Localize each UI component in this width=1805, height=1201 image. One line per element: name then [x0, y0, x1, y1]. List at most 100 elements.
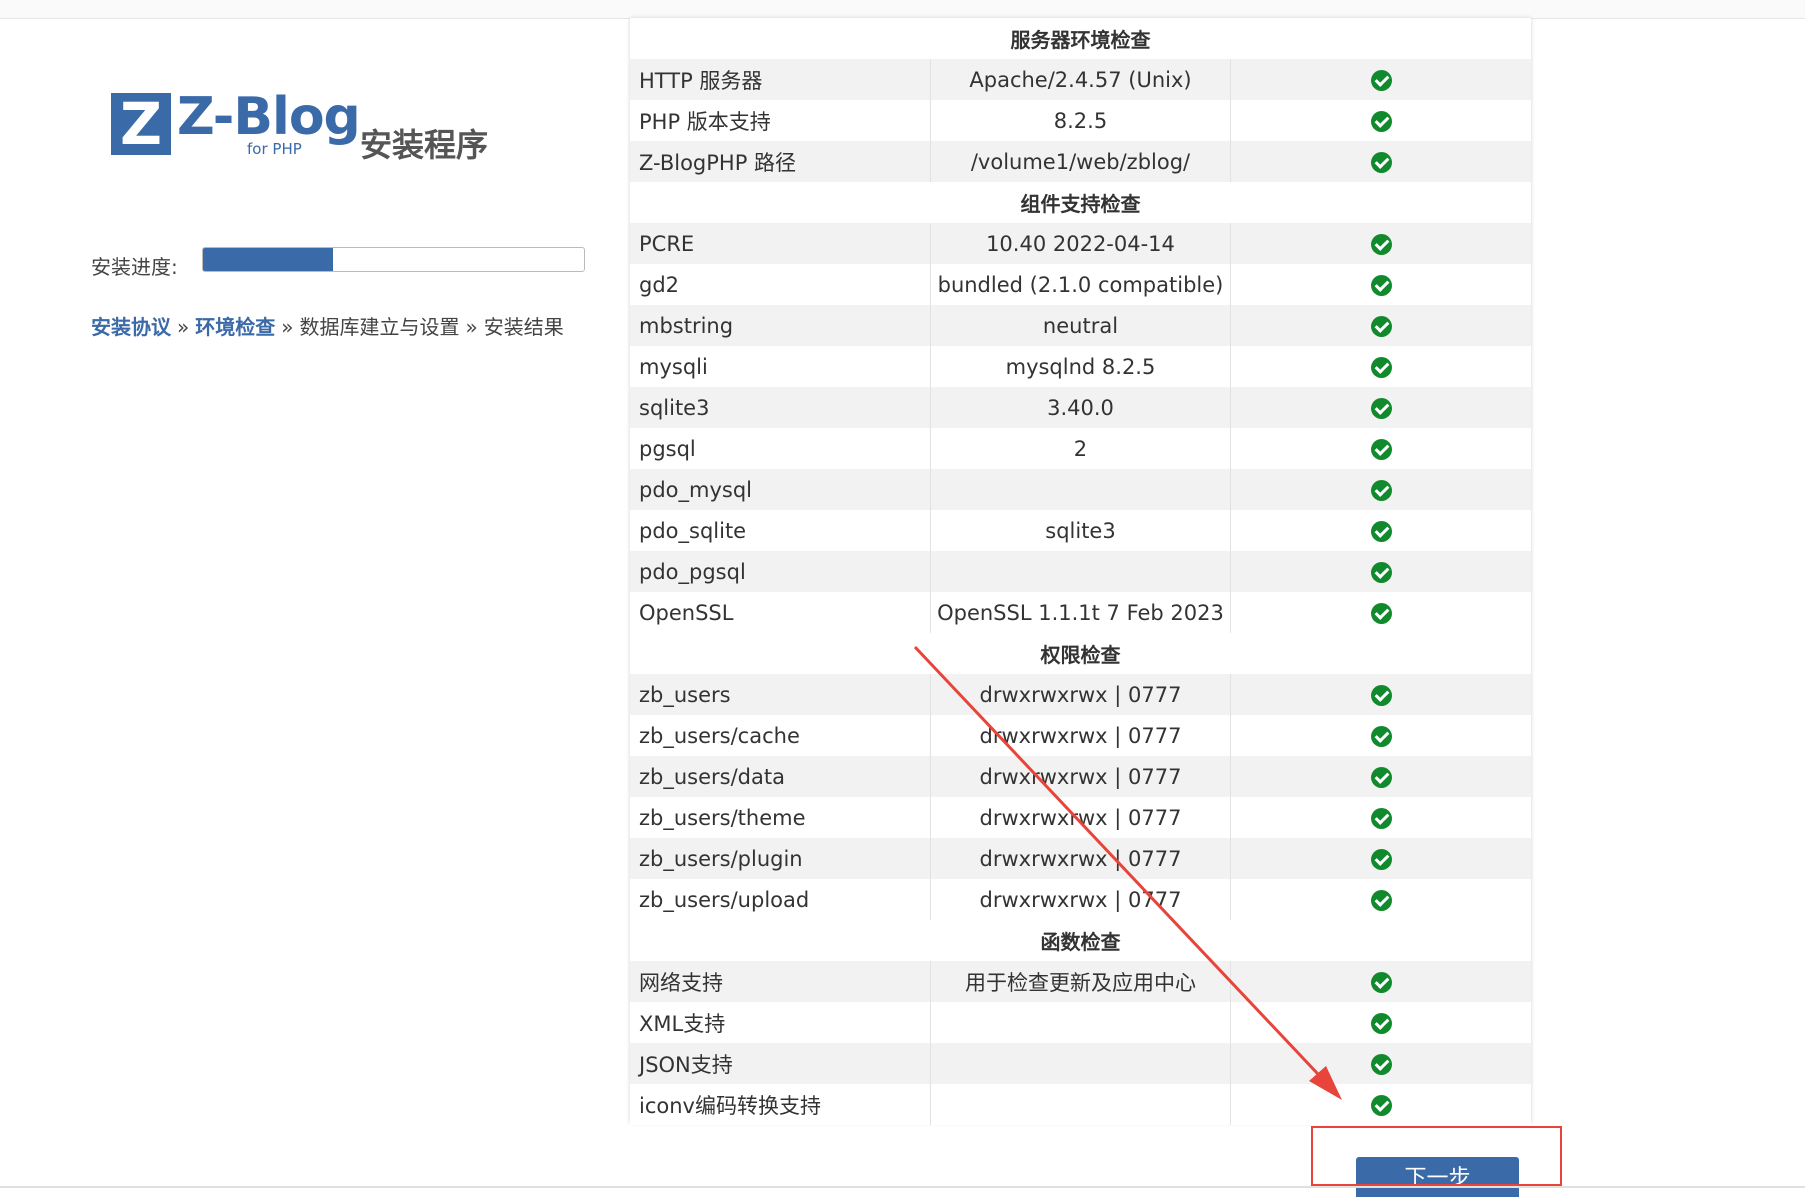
page-title: 安装程序	[360, 126, 489, 164]
check-name: Z-BlogPHP 路径	[630, 141, 931, 182]
check-row: OpenSSL OpenSSL 1.1.1t 7 Feb 2023	[630, 592, 1531, 633]
check-circle-icon	[1370, 1013, 1392, 1034]
check-status	[1230, 59, 1531, 100]
check-circle-icon	[1370, 70, 1392, 91]
check-value: 2	[930, 428, 1232, 469]
check-value: drwxrwxrwx | 0777	[930, 838, 1232, 879]
environment-check-panel: 服务器环境检查 HTTP 服务器 Apache/2.4.57 (Unix) PHP 版…	[630, 18, 1531, 1125]
check-row: pdo_pgsql	[630, 551, 1531, 592]
check-status	[1230, 715, 1531, 756]
check-row: gd2 bundled (2.1.0 compatible)	[630, 264, 1531, 305]
check-row: zb_users/cache drwxrwxrwx | 0777	[630, 715, 1531, 756]
check-name: zb_users/plugin	[630, 838, 931, 879]
check-status	[1230, 346, 1531, 387]
step-separator: »	[281, 315, 294, 339]
annotation-highlight-box	[1311, 1126, 1562, 1186]
check-name: pdo_mysql	[630, 469, 931, 510]
check-value: drwxrwxrwx | 0777	[930, 715, 1232, 756]
check-status	[1230, 551, 1531, 592]
check-status	[1230, 1043, 1531, 1084]
check-name: PHP 版本支持	[630, 100, 931, 141]
check-name: zb_users	[630, 674, 931, 715]
check-status	[1230, 100, 1531, 141]
check-name: sqlite3	[630, 387, 931, 428]
check-value	[930, 469, 1232, 510]
check-status	[1230, 1002, 1531, 1043]
section-header: 服务器环境检查	[630, 18, 1531, 59]
check-name: JSON支持	[630, 1043, 931, 1084]
check-row: zb_users/plugin drwxrwxrwx | 0777	[630, 838, 1531, 879]
check-circle-icon	[1370, 480, 1392, 501]
check-name: iconv编码转换支持	[630, 1084, 931, 1125]
check-value: Apache/2.4.57 (Unix)	[930, 59, 1232, 100]
check-status	[1230, 961, 1531, 1002]
check-name: pdo_sqlite	[630, 510, 931, 551]
environment-check-table: 服务器环境检查 HTTP 服务器 Apache/2.4.57 (Unix) PHP 版…	[630, 18, 1531, 1125]
check-circle-icon	[1370, 521, 1392, 542]
check-row: Z-BlogPHP 路径/volume1/web/zblog/	[630, 141, 1531, 182]
check-status	[1230, 879, 1531, 920]
check-row: zb_users/theme drwxrwxrwx | 0777	[630, 797, 1531, 838]
check-value	[930, 1084, 1232, 1125]
check-row: mbstring neutral	[630, 305, 1531, 346]
check-status	[1230, 305, 1531, 346]
check-status	[1230, 264, 1531, 305]
check-circle-icon	[1370, 152, 1392, 173]
check-row: JSON支持	[630, 1043, 1531, 1084]
check-name: gd2	[630, 264, 931, 305]
section-title: 权限检查	[630, 633, 1531, 674]
check-status	[1230, 510, 1531, 551]
check-circle-icon	[1370, 439, 1392, 460]
check-name: 网络支持	[630, 961, 931, 1002]
check-row: 网络支持 用于检查更新及应用中心	[630, 961, 1531, 1002]
top-band	[0, 0, 1805, 18]
check-status	[1230, 797, 1531, 838]
check-circle-icon	[1370, 808, 1392, 829]
check-name: zb_users/data	[630, 756, 931, 797]
check-name: pgsql	[630, 428, 931, 469]
check-status	[1230, 469, 1531, 510]
check-circle-icon	[1370, 767, 1392, 788]
check-row: HTTP 服务器 Apache/2.4.57 (Unix)	[630, 59, 1531, 100]
check-value: mysqlnd 8.2.5	[930, 346, 1232, 387]
check-circle-icon	[1370, 1054, 1392, 1075]
check-row: pgsql 2	[630, 428, 1531, 469]
check-value: 10.40 2022-04-14	[930, 223, 1232, 264]
progress-fill	[203, 248, 333, 271]
logo-subtitle: for PHP	[247, 140, 302, 158]
check-value: drwxrwxrwx | 0777	[930, 756, 1232, 797]
check-value: sqlite3	[930, 510, 1232, 551]
check-circle-icon	[1370, 1095, 1392, 1116]
check-circle-icon	[1370, 890, 1392, 911]
check-name: zb_users/theme	[630, 797, 931, 838]
check-status	[1230, 674, 1531, 715]
check-status	[1230, 141, 1531, 182]
install-steps-breadcrumb: 安装协议» 环境检查» 数据库建立与设置» 安装结果	[91, 311, 564, 340]
step-2: 环境检查	[195, 315, 276, 339]
check-row: zb_users/upload drwxrwxrwx | 0777	[630, 879, 1531, 920]
check-circle-icon	[1370, 726, 1392, 747]
check-row: iconv编码转换支持	[630, 1084, 1531, 1125]
check-value: 3.40.0	[930, 387, 1232, 428]
check-circle-icon	[1370, 316, 1392, 337]
check-value: /volume1/web/zblog/	[930, 141, 1232, 182]
progress-bar	[202, 247, 585, 272]
step-separator: »	[177, 315, 190, 339]
check-name: mysqli	[630, 346, 931, 387]
section-header: 函数检查	[630, 920, 1531, 961]
check-row: pdo_mysql	[630, 469, 1531, 510]
check-value: neutral	[930, 305, 1232, 346]
check-circle-icon	[1370, 234, 1392, 255]
check-row: PHP 版本支持 8.2.5	[630, 100, 1531, 141]
check-status	[1230, 223, 1531, 264]
check-circle-icon	[1370, 111, 1392, 132]
check-row: PCRE 10.40 2022-04-14	[630, 223, 1531, 264]
check-value: bundled (2.1.0 compatible)	[930, 264, 1232, 305]
check-row: XML支持	[630, 1002, 1531, 1043]
check-circle-icon	[1370, 685, 1392, 706]
check-status	[1230, 428, 1531, 469]
check-row: zb_users drwxrwxrwx | 0777	[630, 674, 1531, 715]
check-status	[1230, 838, 1531, 879]
check-circle-icon	[1370, 603, 1392, 624]
check-name: PCRE	[630, 223, 931, 264]
